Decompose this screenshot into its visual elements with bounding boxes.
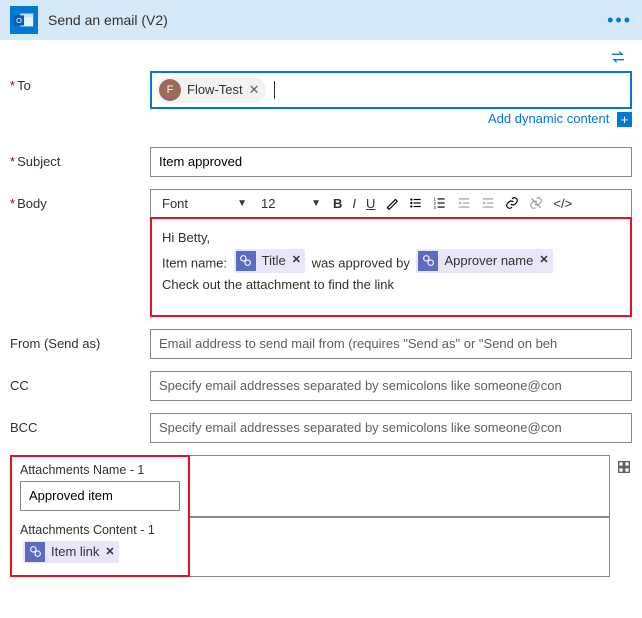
- attachment-name-extra[interactable]: [190, 455, 610, 517]
- recipient-name: Flow-Test: [187, 82, 243, 97]
- from-input[interactable]: [150, 329, 632, 359]
- recipient-chip[interactable]: F Flow-Test ✕: [156, 77, 266, 103]
- label-att-name: Attachments Name - 1: [20, 463, 180, 477]
- add-dynamic-content-link[interactable]: Add dynamic content: [488, 111, 609, 126]
- label-from: From (Send as): [10, 329, 150, 351]
- attachments-group: Attachments Name - 1: [10, 455, 190, 517]
- italic-button[interactable]: I: [349, 194, 359, 213]
- token-item-link[interactable]: Item link ✕: [23, 541, 119, 563]
- font-select[interactable]: Font▼: [157, 193, 252, 214]
- action-header: O Send an email (V2) •••: [0, 0, 642, 40]
- underline-button[interactable]: U: [363, 194, 378, 213]
- to-input[interactable]: F Flow-Test ✕: [150, 71, 632, 109]
- attachments-content-group: Attachments Content - 1 Item link ✕: [10, 517, 190, 577]
- attachment-name-input[interactable]: [20, 481, 180, 511]
- sharepoint-token-icon: [418, 251, 438, 271]
- body-editor[interactable]: Hi Betty, Item name: Title ✕ was approve…: [150, 217, 632, 317]
- label-bcc: BCC: [10, 413, 150, 435]
- svg-text:O: O: [16, 16, 22, 25]
- label-cc: CC: [10, 371, 150, 393]
- text-caret: [274, 81, 275, 99]
- sharepoint-token-icon: [236, 251, 256, 271]
- body-line-1: Hi Betty,: [162, 227, 620, 249]
- label-subject: *Subject: [10, 147, 150, 169]
- bullet-list-button[interactable]: [406, 194, 426, 212]
- attachment-content-extra[interactable]: [190, 517, 610, 577]
- link-button[interactable]: [502, 194, 522, 212]
- subject-input[interactable]: [150, 147, 632, 177]
- bold-button[interactable]: B: [330, 194, 345, 213]
- label-att-content: Attachments Content - 1: [20, 523, 180, 537]
- token-approver[interactable]: Approver name ✕: [416, 249, 552, 273]
- remove-token-icon[interactable]: ✕: [292, 251, 301, 270]
- code-view-button[interactable]: </>: [550, 194, 575, 213]
- remove-recipient-icon[interactable]: ✕: [249, 82, 260, 98]
- token-title[interactable]: Title ✕: [234, 249, 305, 273]
- outlook-icon: O: [10, 6, 38, 34]
- body-line-3: Check out the attachment to find the lin…: [162, 274, 620, 296]
- rich-text-toolbar: Font▼ 12▼ B I U 123: [150, 189, 632, 217]
- remove-token-icon[interactable]: ✕: [105, 545, 114, 558]
- label-body: *Body: [10, 189, 150, 211]
- label-to: *To: [10, 71, 150, 93]
- action-title: Send an email (V2): [48, 12, 607, 28]
- plus-icon[interactable]: +: [617, 112, 632, 127]
- number-list-button[interactable]: 123: [430, 194, 450, 212]
- sharepoint-token-icon: [25, 542, 45, 562]
- outdent-button[interactable]: [454, 194, 474, 212]
- switch-mode-icon[interactable]: [616, 455, 632, 517]
- indent-button[interactable]: [478, 194, 498, 212]
- cc-input[interactable]: [150, 371, 632, 401]
- body-line-2: Item name: Title ✕ was approved by Appro…: [162, 249, 620, 275]
- svg-text:3: 3: [434, 205, 437, 210]
- swap-icon[interactable]: [610, 48, 626, 63]
- font-size-select[interactable]: 12▼: [256, 193, 326, 214]
- remove-token-icon[interactable]: ✕: [539, 251, 548, 270]
- bcc-input[interactable]: [150, 413, 632, 443]
- color-button[interactable]: [382, 194, 402, 212]
- unlink-button[interactable]: [526, 194, 546, 212]
- avatar: F: [159, 79, 181, 101]
- more-menu[interactable]: •••: [607, 10, 632, 31]
